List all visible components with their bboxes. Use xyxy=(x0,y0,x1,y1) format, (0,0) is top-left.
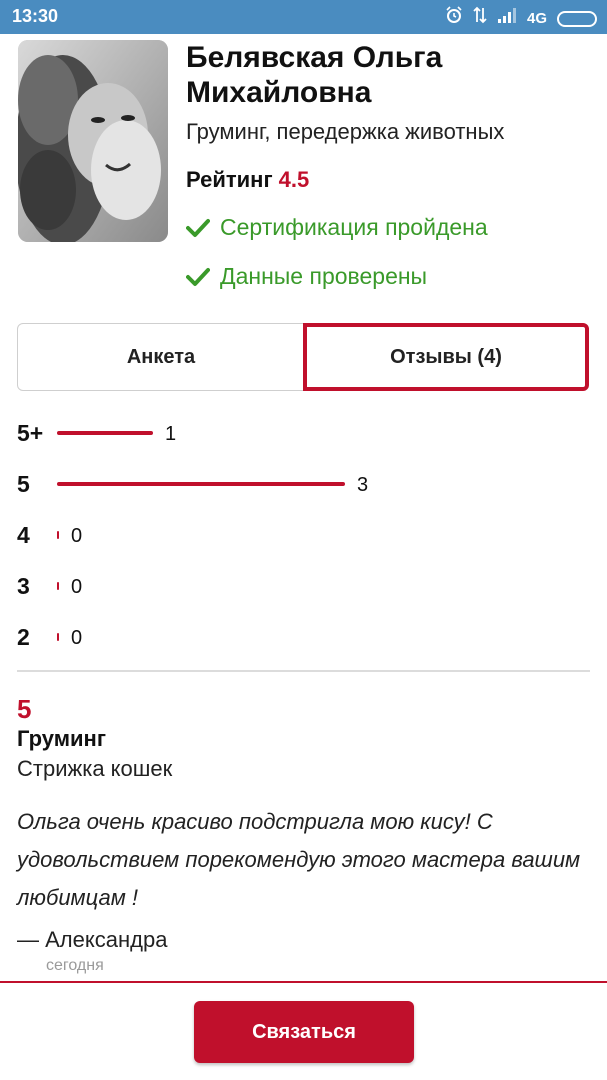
histogram-row: 20 xyxy=(17,624,417,654)
histogram-count: 3 xyxy=(357,474,369,496)
histogram-count: 0 xyxy=(71,576,83,598)
review-service: Стрижка кошек xyxy=(17,756,173,781)
histogram-bar xyxy=(57,431,153,435)
profile-tabs: Анкета Отзывы (4) xyxy=(17,323,589,391)
rating-value: 4.5 xyxy=(278,167,310,192)
divider xyxy=(17,670,590,672)
histogram-count: 1 xyxy=(165,423,177,445)
data-arrows-icon xyxy=(473,6,487,31)
review-author: — Александра xyxy=(17,927,168,952)
profile-rating: Рейтинг 4.5 xyxy=(186,167,309,193)
alarm-icon xyxy=(445,6,463,31)
histogram-row: 40 xyxy=(17,522,417,552)
verification-text: Данные проверены xyxy=(220,263,428,289)
histogram-bar xyxy=(57,582,59,590)
signal-icon xyxy=(497,7,517,30)
status-icons: 4G xyxy=(445,6,597,31)
certification-status: Сертификация пройдена xyxy=(186,214,488,241)
histogram-label: 4 xyxy=(17,522,30,548)
histogram-row: 5+ 1 xyxy=(17,420,417,450)
histogram-bar xyxy=(57,482,345,486)
certification-text: Сертификация пройдена xyxy=(220,214,488,240)
histogram-label: 2 xyxy=(17,624,30,650)
tab-reviews[interactable]: Отзывы (4) xyxy=(303,323,589,391)
histogram-bar xyxy=(57,633,59,641)
status-bar: 13:30 4G xyxy=(0,0,607,34)
profile-specialty: Груминг, передержка животных xyxy=(186,119,505,144)
histogram-bar xyxy=(57,531,59,539)
histogram-label: 5+ xyxy=(17,420,44,446)
rating-label: Рейтинг xyxy=(186,167,273,192)
histogram-count: 0 xyxy=(71,525,83,547)
histogram-row: 53 xyxy=(17,471,417,501)
histogram-label: 3 xyxy=(17,573,30,599)
review-date: сегодня xyxy=(46,957,104,974)
histogram-label: 5 xyxy=(17,471,30,497)
review-text: Ольга очень красиво подстригла мою кису!… xyxy=(17,809,581,910)
bottom-action-bar: Связаться xyxy=(0,981,607,1080)
battery-icon xyxy=(557,10,597,27)
checkmark-icon xyxy=(186,218,210,237)
status-time: 13:30 xyxy=(12,6,59,26)
histogram-row: 30 xyxy=(17,573,417,603)
network-type: 4G xyxy=(526,10,547,27)
checkmark-icon xyxy=(186,267,210,286)
histogram-count: 0 xyxy=(71,627,83,649)
avatar xyxy=(18,40,168,242)
review-category: Груминг xyxy=(17,726,106,751)
profile-name: Белявская Ольга Михайловна xyxy=(186,41,443,109)
tab-profile[interactable]: Анкета xyxy=(17,323,305,391)
verification-status: Данные проверены xyxy=(186,263,427,290)
contact-button[interactable]: Связаться xyxy=(194,1001,414,1063)
review-score: 5 xyxy=(17,694,32,724)
